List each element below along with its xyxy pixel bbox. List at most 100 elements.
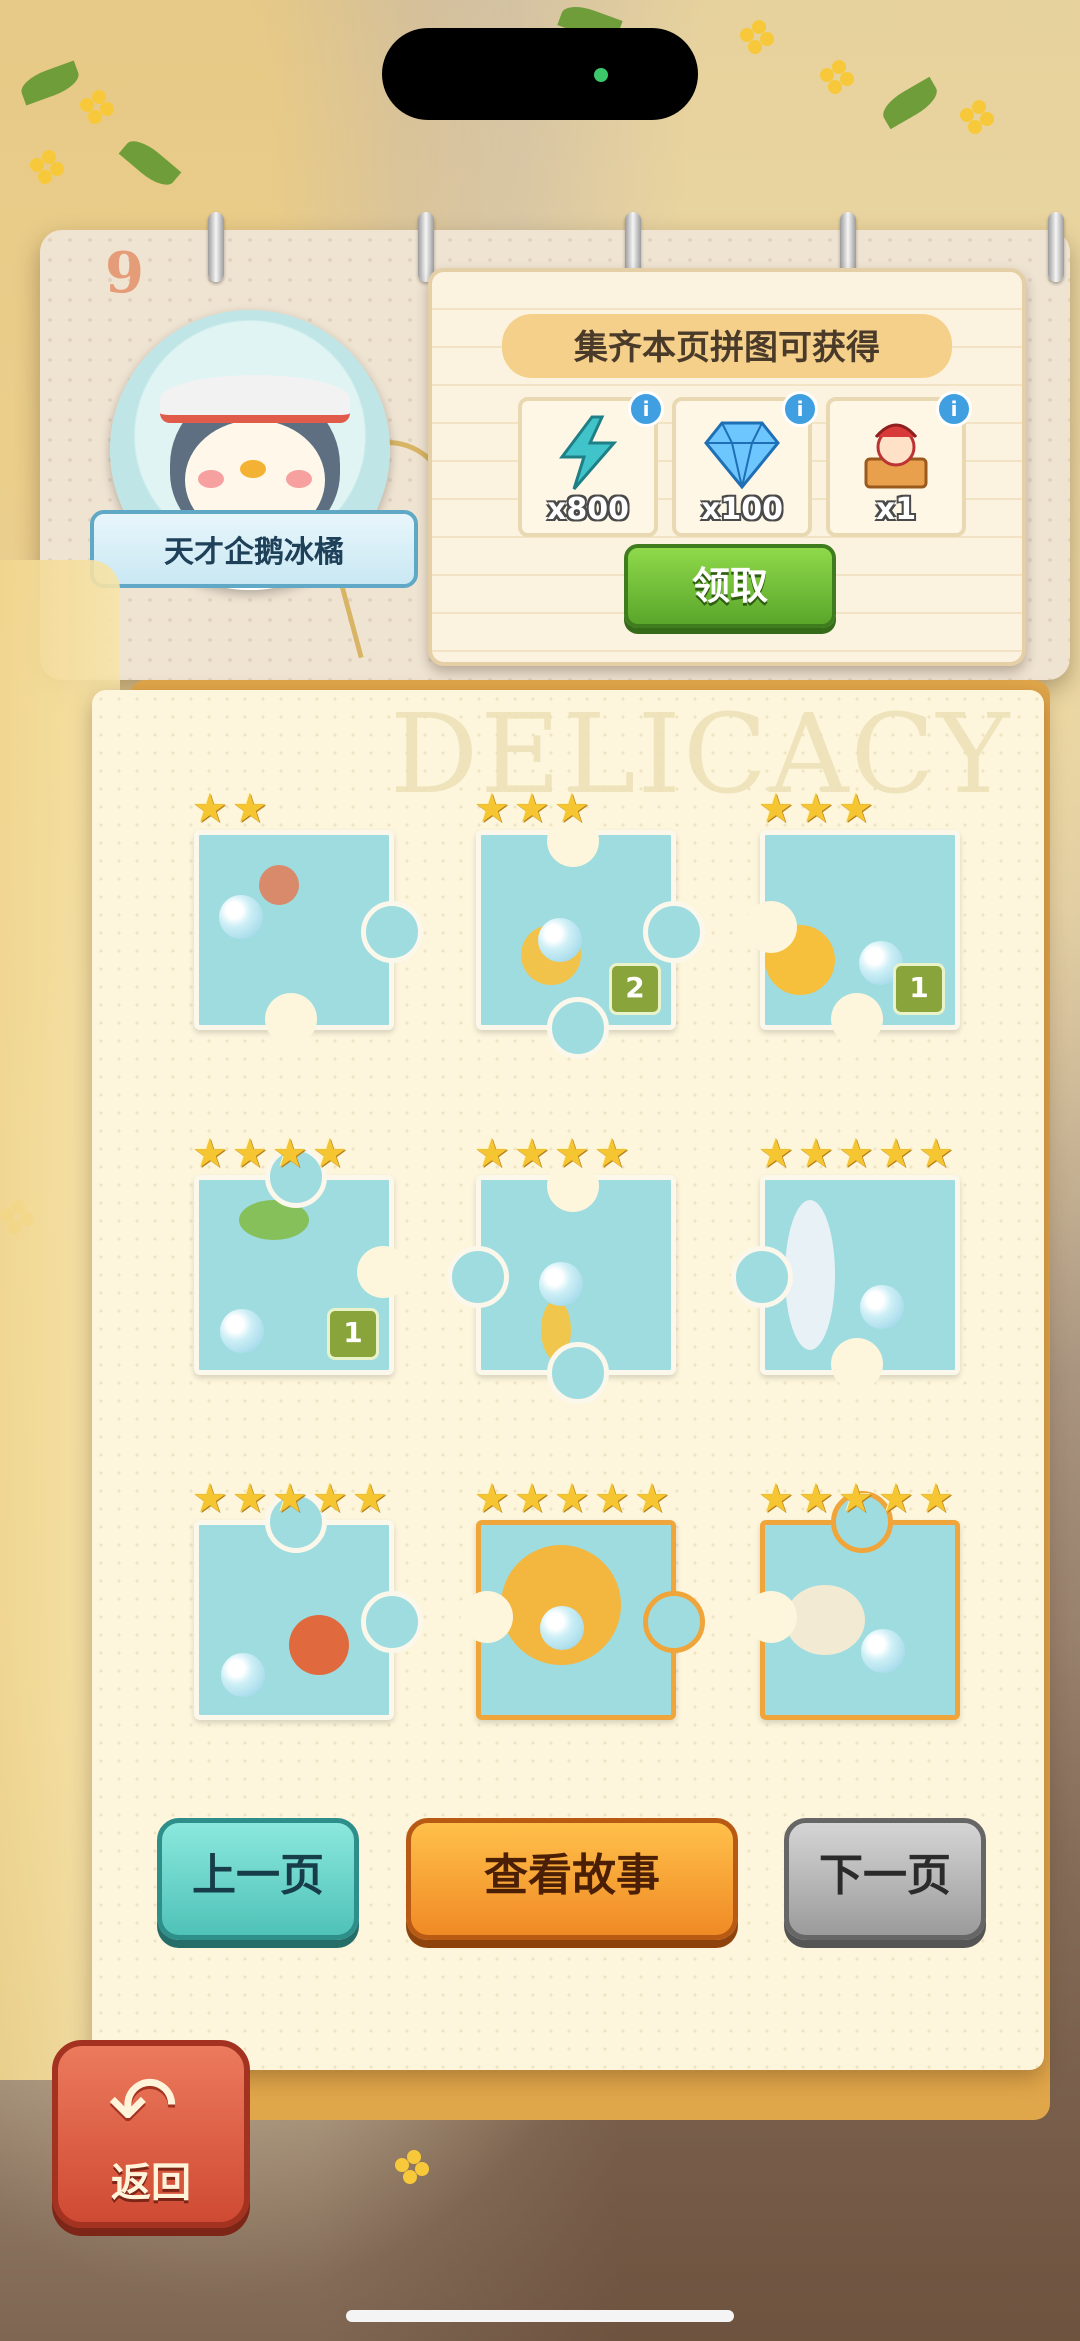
star-icon: ★ [758,786,794,832]
penguin-beak [240,460,266,478]
dynamic-island [382,28,698,120]
puzzle-piece[interactable]: 2 [476,815,705,1059]
return-arrow-icon: ↶ [108,2057,179,2155]
next-page-button[interactable]: 下一页 [784,1818,986,1940]
jester-doll-chest-icon [864,423,928,489]
puzzle-piece[interactable] [194,1491,423,1720]
piece-notch [745,1591,797,1643]
penguin-cheek [286,470,312,488]
star-icon: ★ [232,1131,268,1177]
back-button-label: 返回 [111,2160,191,2206]
star-icon: ★ [798,1131,834,1177]
flower-decoration [740,20,774,54]
star-icon: ★ [594,1476,630,1522]
bubble-decoration [860,1285,904,1329]
star-rating: ★ ★ ★ ★ ★ [474,1476,672,1522]
blue-diamond-icon [704,421,780,490]
star-icon: ★ [918,1131,954,1177]
claim-button[interactable]: 领取 [624,544,836,628]
star-icon: ★ [838,786,874,832]
star-icon: ★ [878,1131,914,1177]
star-rating: ★ ★ ★ ★ ★ [758,1131,956,1177]
puzzle-piece[interactable]: 1 [745,830,960,1045]
lightning-energy-icon [559,415,618,490]
star-rating: ★ ★ ★ ★ [474,1131,632,1177]
star-icon: ★ [192,786,228,832]
puzzle-piece[interactable] [745,1491,960,1720]
bubble-decoration [219,895,263,939]
star-icon: ★ [838,1131,874,1177]
bubble-decoration [539,1262,583,1306]
prev-page-button[interactable]: 上一页 [157,1818,359,1940]
flower-decoration [960,100,994,134]
piece-illustration [289,1615,349,1675]
star-icon: ★ [232,786,268,832]
piece-notch [461,1591,513,1643]
bubble-decoration [540,1606,584,1650]
piece-tab [643,1591,705,1653]
duplicate-count-badge: 1 [327,1308,379,1360]
puzzle-piece[interactable] [447,1160,676,1404]
piece-notch [831,1338,883,1390]
piece-tab [447,1246,509,1308]
star-icon: ★ [232,1476,268,1522]
reward-item-diamond[interactable]: x100 i [672,391,818,537]
star-icon: ★ [594,1131,630,1177]
puzzle-piece[interactable] [731,1175,960,1390]
duplicate-count-badge: 1 [893,963,945,1015]
info-icon[interactable]: i [936,391,972,427]
star-icon: ★ [192,1131,228,1177]
page-number: 9 [105,240,144,306]
piece-notch [357,1246,409,1298]
bubble-decoration [221,1653,265,1697]
star-rating: ★ ★ ★ ★ ★ [758,1476,956,1522]
penguin-cap [160,375,350,423]
piece-tab [731,1246,793,1308]
piece-tab [547,1342,609,1404]
star-icon: ★ [634,1476,670,1522]
bubble-decoration [538,918,582,962]
reward-title: 集齐本页拼图可获得 [574,328,880,368]
binder-ring [418,212,434,282]
puzzle-badge: 天才企鹅冰橘 [90,300,485,659]
star-rating: ★ ★ ★ ★ [192,1131,350,1177]
star-rating: ★ ★ ★ [474,786,592,832]
reward-qty: x800 [547,492,629,527]
home-indicator[interactable] [346,2310,734,2322]
duplicate-count-badge: 2 [609,963,661,1015]
star-icon: ★ [272,1131,308,1177]
puzzle-piece[interactable] [461,1520,705,1720]
reward-item-energy[interactable]: x800 i [518,391,664,537]
star-icon: ★ [918,1476,954,1522]
star-icon: ★ [272,1476,308,1522]
flower-decoration [820,60,854,94]
reward-item-jester[interactable]: x1 i [826,391,972,537]
back-button[interactable]: ↶ 返回 [52,2040,250,2228]
star-icon: ★ [554,786,590,832]
view-story-button[interactable]: 查看故事 [406,1818,738,1940]
reward-qty: x100 [701,492,783,527]
camera-indicator-icon [594,68,608,82]
reward-card: 集齐本页拼图可获得 x800 i x100 i x1 i 领取 [428,268,1026,666]
star-icon: ★ [514,1476,550,1522]
star-icon: ★ [312,1476,348,1522]
star-icon: ★ [554,1476,590,1522]
info-icon[interactable]: i [628,391,664,427]
flower-decoration [80,90,114,124]
star-rating: ★ ★ [192,786,270,832]
star-icon: ★ [758,1476,794,1522]
flower-decoration [395,2150,429,2184]
star-icon: ★ [798,786,834,832]
binder-ring [208,212,224,282]
bubble-decoration [220,1309,264,1353]
star-icon: ★ [474,786,510,832]
piece-illustration [785,1585,865,1655]
piece-tab [361,1591,423,1653]
puzzle-piece[interactable] [194,830,423,1045]
piece-illustration [259,865,299,905]
star-icon: ★ [474,1131,510,1177]
star-icon: ★ [192,1476,228,1522]
puzzle-piece[interactable]: 1 [194,1146,409,1375]
star-icon: ★ [554,1131,590,1177]
info-icon[interactable]: i [782,391,818,427]
